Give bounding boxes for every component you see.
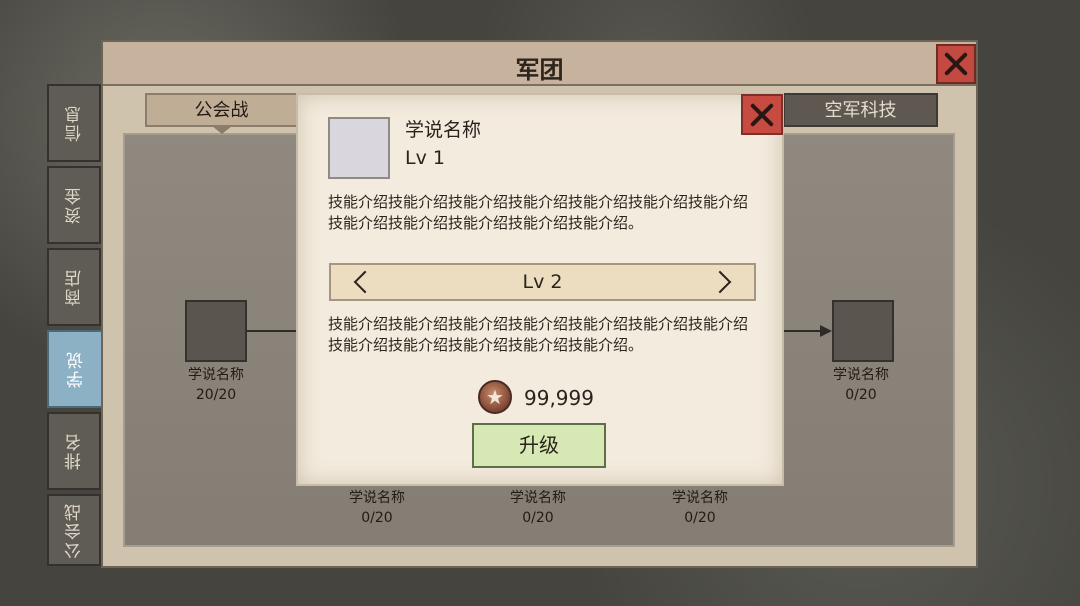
side-tab-doctrine[interactable]: 学说 bbox=[47, 330, 115, 408]
node-progress: 20/20 bbox=[195, 387, 237, 403]
current-level-description: 技能介绍技能介绍技能介绍技能介绍技能介绍技能介绍技能介绍技能介绍技能介绍技能介绍… bbox=[328, 193, 749, 232]
close-window-button[interactable] bbox=[936, 44, 976, 84]
current-level: Lv 1 bbox=[405, 147, 445, 169]
doctrine-name: 学说名称 bbox=[405, 119, 482, 141]
window-title: 军团 bbox=[515, 56, 564, 84]
side-tab-label: 信息 bbox=[64, 104, 85, 142]
node-name: 学说名称 bbox=[188, 367, 244, 383]
side-tab-label: 商店 bbox=[64, 268, 85, 306]
node-name: 学说名称 bbox=[510, 490, 566, 506]
node-progress: 0/20 bbox=[845, 387, 877, 403]
side-tab-label: 排名 bbox=[64, 432, 85, 470]
side-tab-info[interactable]: 信息 bbox=[47, 84, 101, 162]
node-progress: 0/20 bbox=[522, 510, 554, 526]
side-tab-guild-war[interactable]: 公会战 bbox=[47, 494, 101, 566]
side-tab-funds[interactable]: 资金 bbox=[47, 166, 101, 244]
connector-line bbox=[247, 330, 297, 332]
close-icon bbox=[743, 96, 781, 133]
doctrine-node-1[interactable] bbox=[185, 300, 247, 362]
close-dialog-button[interactable] bbox=[741, 94, 783, 135]
doctrine-node-3-label: 学说名称 0/20 bbox=[493, 488, 583, 528]
next-level: Lv 2 bbox=[522, 271, 563, 293]
upgrade-button[interactable]: 升级 bbox=[472, 423, 606, 468]
star-medal-icon: ★ bbox=[478, 380, 512, 414]
side-tab-label: 学说 bbox=[66, 350, 87, 388]
doctrine-node-5-label: 学说名称 0/20 bbox=[816, 365, 906, 405]
side-tab-label: 资金 bbox=[64, 186, 85, 224]
doctrine-icon bbox=[328, 117, 390, 179]
node-name: 学说名称 bbox=[833, 367, 889, 383]
side-tab-ranking[interactable]: 排名 bbox=[47, 412, 101, 490]
subtab-guild-war[interactable]: 公会战 bbox=[145, 93, 298, 134]
subtab-air-force-tech[interactable]: 空军科技 bbox=[783, 93, 938, 127]
doctrine-node-4-label: 学说名称 0/20 bbox=[655, 488, 745, 528]
next-level-description: 技能介绍技能介绍技能介绍技能介绍技能介绍技能介绍技能介绍技能介绍技能介绍技能介绍… bbox=[328, 315, 749, 354]
side-tab-shop[interactable]: 商店 bbox=[47, 248, 101, 326]
node-progress: 0/20 bbox=[684, 510, 716, 526]
doctrine-node-5[interactable] bbox=[832, 300, 894, 362]
level-selector: Lv 2 bbox=[329, 263, 756, 301]
node-name: 学说名称 bbox=[349, 490, 405, 506]
title-bar: 军团 bbox=[103, 42, 976, 86]
connector-line bbox=[783, 330, 821, 332]
node-name: 学说名称 bbox=[672, 490, 728, 506]
upgrade-cost: 99,999 bbox=[524, 386, 594, 410]
arrow-right-icon bbox=[820, 325, 832, 337]
doctrine-node-1-label: 学说名称 20/20 bbox=[171, 365, 261, 405]
side-tab-label: 公会战 bbox=[64, 501, 85, 559]
doctrine-node-2-label: 学说名称 0/20 bbox=[332, 488, 422, 528]
close-icon bbox=[938, 46, 974, 82]
node-progress: 0/20 bbox=[361, 510, 393, 526]
